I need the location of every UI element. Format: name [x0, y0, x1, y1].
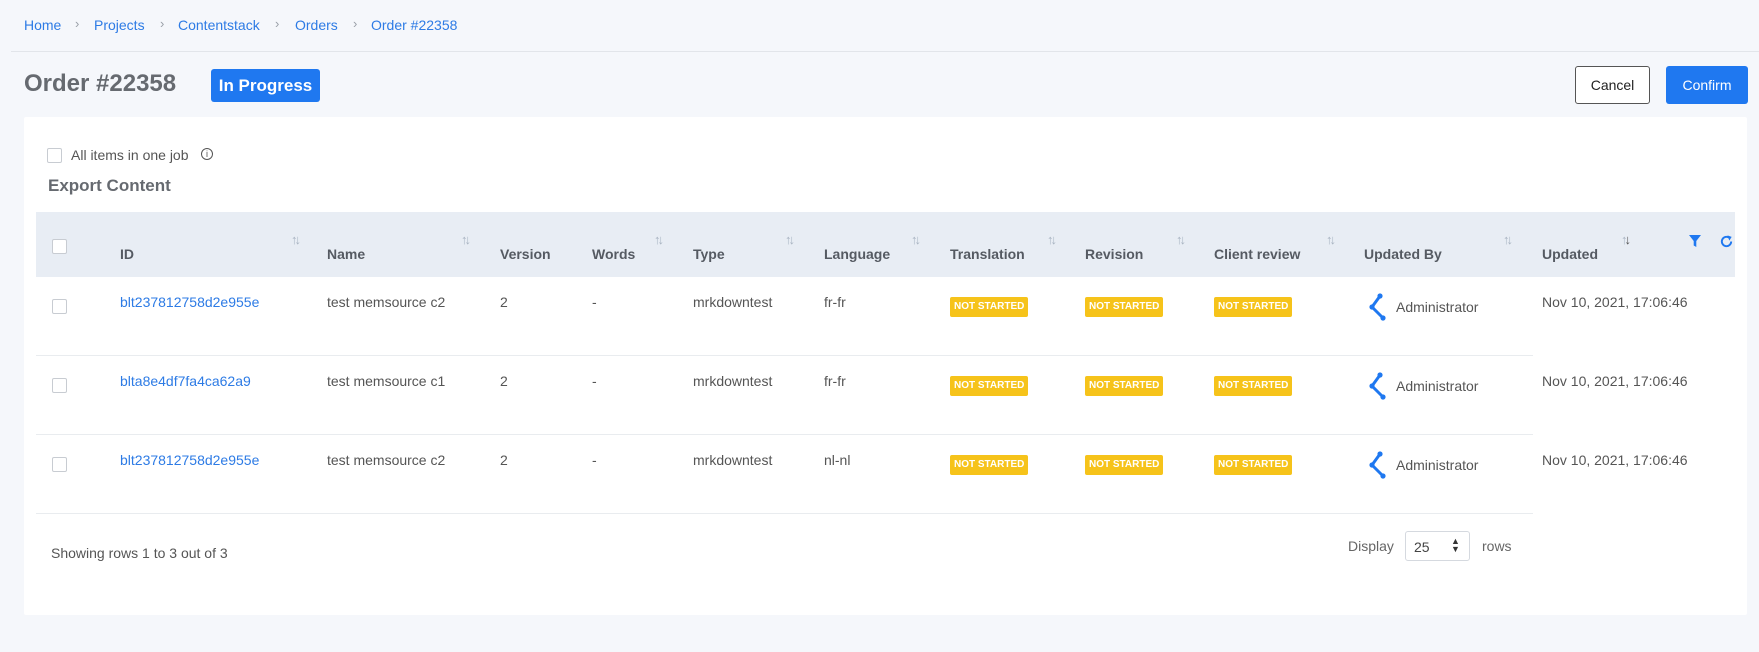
row-id-link[interactable]: blta8e4df7fa4ca62a9	[120, 373, 251, 389]
column-header-updated[interactable]: Updated	[1542, 246, 1598, 262]
row-language: nl-nl	[824, 452, 851, 468]
row-updated: Nov 10, 2021, 17:06:46	[1542, 373, 1688, 389]
chevron-right-icon: ›	[353, 16, 358, 31]
row-updated-by: Administrator	[1396, 378, 1479, 394]
row-version: 2	[500, 294, 508, 310]
refresh-icon[interactable]	[1719, 234, 1734, 249]
select-arrows-icon: ▲ ▼	[1451, 536, 1460, 554]
status-badge-translation: NOT STARTED	[950, 455, 1029, 475]
breadcrumb-projects[interactable]: Projects	[94, 17, 145, 33]
row-updated-by: Administrator	[1396, 457, 1479, 473]
status-badge-translation: NOT STARTED	[950, 297, 1029, 317]
chevron-right-icon: ›	[275, 16, 280, 31]
column-header-updated-by[interactable]: Updated By	[1364, 246, 1442, 262]
row-id-link[interactable]: blt237812758d2e955e	[120, 294, 259, 310]
sort-icon[interactable]: ↑↓	[654, 232, 664, 247]
row-version: 2	[500, 373, 508, 389]
confirm-button[interactable]: Confirm	[1666, 66, 1748, 104]
rows-label: rows	[1482, 538, 1512, 554]
section-title: Export Content	[48, 176, 171, 195]
row-words: -	[592, 373, 597, 389]
column-header-revision[interactable]: Revision	[1085, 246, 1143, 262]
row-updated: Nov 10, 2021, 17:06:46	[1542, 452, 1688, 468]
status-badge-client-review: NOT STARTED	[1214, 297, 1293, 317]
page-title: Order #22358	[24, 70, 177, 97]
sort-icon[interactable]: ↑↓	[785, 232, 795, 247]
admin-avatar-icon	[1369, 293, 1386, 321]
table-row: blt237812758d2e955e test memsource c2 2 …	[36, 435, 1688, 514]
cancel-button[interactable]: Cancel	[1575, 66, 1650, 104]
row-checkbox[interactable]	[52, 378, 67, 393]
chevron-right-icon: ›	[160, 16, 165, 31]
row-checkbox[interactable]	[52, 299, 67, 314]
sort-icon[interactable]: ↑↓	[291, 232, 301, 247]
row-language: fr-fr	[824, 294, 846, 310]
rows-per-page-select[interactable]: 25 ▲ ▼	[1405, 531, 1470, 561]
row-name: test memsource c1	[327, 373, 446, 389]
sort-icon[interactable]: ↑↓	[461, 232, 471, 247]
table-row: blta8e4df7fa4ca62a9 test memsource c1 2 …	[36, 356, 1688, 435]
chevron-right-icon: ›	[75, 16, 80, 31]
status-badge: In Progress	[211, 69, 320, 102]
row-type: mrkdowntest	[693, 294, 773, 310]
status-badge-revision: NOT STARTED	[1085, 455, 1164, 475]
admin-avatar-icon	[1369, 372, 1386, 400]
status-badge-translation: NOT STARTED	[950, 376, 1029, 396]
row-name: test memsource c2	[327, 452, 446, 468]
breadcrumb-home[interactable]: Home	[24, 17, 61, 33]
column-header-version[interactable]: Version	[500, 246, 551, 262]
sort-icon[interactable]: ↑↓	[1176, 232, 1186, 247]
row-type: mrkdowntest	[693, 452, 773, 468]
table-header: ID ↑↓ Name ↑↓ Version Words ↑↓ Type ↑↓ L…	[36, 212, 1735, 277]
column-header-language[interactable]: Language	[824, 246, 890, 262]
column-header-id[interactable]: ID	[120, 246, 134, 262]
row-name: test memsource c2	[327, 294, 446, 310]
filter-icon[interactable]	[1688, 234, 1702, 248]
sort-icon[interactable]: ↑↓	[1621, 232, 1631, 247]
row-checkbox[interactable]	[52, 457, 67, 472]
select-all-checkbox[interactable]	[52, 239, 67, 254]
table-row: blt237812758d2e955e test memsource c2 2 …	[36, 277, 1688, 356]
row-id-link[interactable]: blt237812758d2e955e	[120, 452, 259, 468]
row-words: -	[592, 294, 597, 310]
breadcrumb-current-order[interactable]: Order #22358	[371, 17, 457, 33]
status-badge-revision: NOT STARTED	[1085, 297, 1164, 317]
column-header-name[interactable]: Name	[327, 246, 365, 262]
status-badge-client-review: NOT STARTED	[1214, 376, 1293, 396]
column-header-client-review[interactable]: Client review	[1214, 246, 1300, 262]
row-version: 2	[500, 452, 508, 468]
breadcrumb-contentstack[interactable]: Contentstack	[178, 17, 260, 33]
info-icon[interactable]: i	[201, 148, 213, 160]
sort-icon[interactable]: ↑↓	[1503, 232, 1513, 247]
row-type: mrkdowntest	[693, 373, 773, 389]
all-items-checkbox[interactable]	[47, 148, 62, 163]
row-language: fr-fr	[824, 373, 846, 389]
sort-icon[interactable]: ↑↓	[1047, 232, 1057, 247]
rows-summary: Showing rows 1 to 3 out of 3	[51, 545, 228, 561]
column-header-type[interactable]: Type	[693, 246, 725, 262]
rows-per-page-value: 25	[1414, 539, 1430, 555]
status-badge-revision: NOT STARTED	[1085, 376, 1164, 396]
column-header-translation[interactable]: Translation	[950, 246, 1025, 262]
status-badge-client-review: NOT STARTED	[1214, 455, 1293, 475]
all-items-label: All items in one job	[71, 147, 189, 163]
sort-icon[interactable]: ↑↓	[1326, 232, 1336, 247]
row-updated: Nov 10, 2021, 17:06:46	[1542, 294, 1688, 310]
column-header-words[interactable]: Words	[592, 246, 635, 262]
admin-avatar-icon	[1369, 451, 1386, 479]
sort-icon[interactable]: ↑↓	[911, 232, 921, 247]
breadcrumb-orders[interactable]: Orders	[295, 17, 338, 33]
display-label: Display	[1348, 538, 1394, 554]
row-updated-by: Administrator	[1396, 299, 1479, 315]
row-words: -	[592, 452, 597, 468]
breadcrumb: Home › Projects › Contentstack › Orders …	[11, 0, 1759, 52]
export-content-card: All items in one job i Export Content ID…	[24, 117, 1747, 615]
